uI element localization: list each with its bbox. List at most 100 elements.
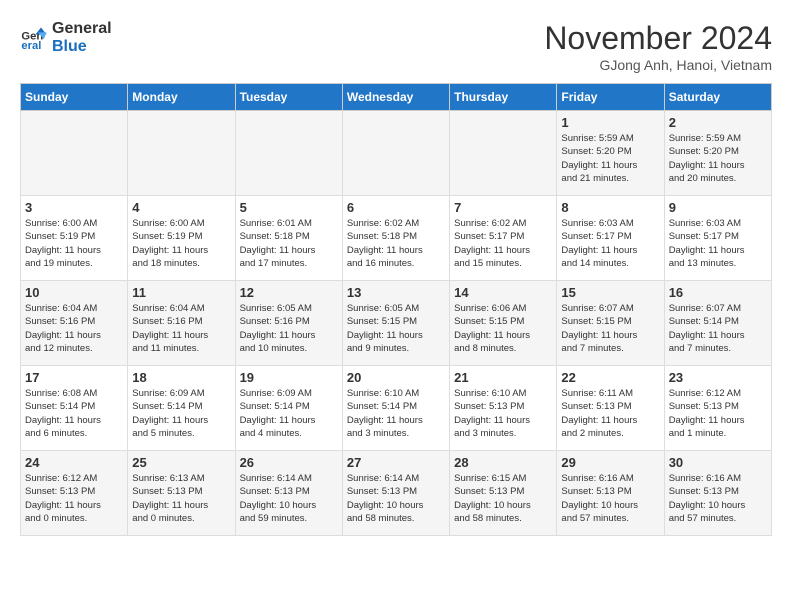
day-cell: 10 Sunrise: 6:04 AM Sunset: 5:16 PM Dayli… — [21, 281, 128, 366]
calendar-header: SundayMondayTuesdayWednesdayThursdayFrid… — [21, 84, 772, 111]
week-row-2: 10 Sunrise: 6:04 AM Sunset: 5:16 PM Dayli… — [21, 281, 772, 366]
day-info: Sunrise: 6:15 AM Sunset: 5:13 PM Dayligh… — [454, 472, 552, 525]
day-info: Sunrise: 6:07 AM Sunset: 5:15 PM Dayligh… — [561, 302, 659, 355]
day-number: 7 — [454, 200, 552, 215]
day-info: Sunrise: 6:00 AM Sunset: 5:19 PM Dayligh… — [132, 217, 230, 270]
day-number: 15 — [561, 285, 659, 300]
day-number: 19 — [240, 370, 338, 385]
day-number: 20 — [347, 370, 445, 385]
location: GJong Anh, Hanoi, Vietnam — [544, 57, 772, 73]
day-number: 13 — [347, 285, 445, 300]
day-number: 25 — [132, 455, 230, 470]
day-info: Sunrise: 6:07 AM Sunset: 5:14 PM Dayligh… — [669, 302, 767, 355]
day-info: Sunrise: 6:13 AM Sunset: 5:13 PM Dayligh… — [132, 472, 230, 525]
day-info: Sunrise: 6:02 AM Sunset: 5:17 PM Dayligh… — [454, 217, 552, 270]
day-info: Sunrise: 6:16 AM Sunset: 5:13 PM Dayligh… — [669, 472, 767, 525]
day-cell — [342, 111, 449, 196]
day-number: 26 — [240, 455, 338, 470]
title-section: November 2024 GJong Anh, Hanoi, Vietnam — [544, 20, 772, 73]
day-info: Sunrise: 6:03 AM Sunset: 5:17 PM Dayligh… — [669, 217, 767, 270]
day-info: Sunrise: 6:02 AM Sunset: 5:18 PM Dayligh… — [347, 217, 445, 270]
svg-text:eral: eral — [21, 40, 41, 52]
day-number: 22 — [561, 370, 659, 385]
day-cell: 9Sunrise: 6:03 AM Sunset: 5:17 PM Daylig… — [664, 196, 771, 281]
day-info: Sunrise: 6:14 AM Sunset: 5:13 PM Dayligh… — [240, 472, 338, 525]
day-cell: 8 Sunrise: 6:03 AM Sunset: 5:17 PM Daylig… — [557, 196, 664, 281]
day-info: Sunrise: 6:03 AM Sunset: 5:17 PM Dayligh… — [561, 217, 659, 270]
day-info: Sunrise: 6:10 AM Sunset: 5:13 PM Dayligh… — [454, 387, 552, 440]
day-cell: 4 Sunrise: 6:00 AM Sunset: 5:19 PM Daylig… — [128, 196, 235, 281]
header-row: SundayMondayTuesdayWednesdayThursdayFrid… — [21, 84, 772, 111]
day-number: 10 — [25, 285, 123, 300]
day-cell — [128, 111, 235, 196]
day-number: 21 — [454, 370, 552, 385]
day-info: Sunrise: 6:04 AM Sunset: 5:16 PM Dayligh… — [25, 302, 123, 355]
day-number: 28 — [454, 455, 552, 470]
day-number: 5 — [240, 200, 338, 215]
day-number: 12 — [240, 285, 338, 300]
calendar-body: 1 Sunrise: 5:59 AM Sunset: 5:20 PM Daylig… — [21, 111, 772, 536]
day-cell: 27 Sunrise: 6:14 AM Sunset: 5:13 PM Dayli… — [342, 451, 449, 536]
week-row-0: 1 Sunrise: 5:59 AM Sunset: 5:20 PM Daylig… — [21, 111, 772, 196]
day-number: 27 — [347, 455, 445, 470]
day-cell: 25 Sunrise: 6:13 AM Sunset: 5:13 PM Dayli… — [128, 451, 235, 536]
day-info: Sunrise: 5:59 AM Sunset: 5:20 PM Dayligh… — [669, 132, 767, 185]
header-cell-wednesday: Wednesday — [342, 84, 449, 111]
day-number: 24 — [25, 455, 123, 470]
day-info: Sunrise: 6:14 AM Sunset: 5:13 PM Dayligh… — [347, 472, 445, 525]
day-cell: 16Sunrise: 6:07 AM Sunset: 5:14 PM Dayli… — [664, 281, 771, 366]
day-cell: 12Sunrise: 6:05 AM Sunset: 5:16 PM Dayli… — [235, 281, 342, 366]
week-row-3: 17 Sunrise: 6:08 AM Sunset: 5:14 PM Dayli… — [21, 366, 772, 451]
day-info: Sunrise: 6:08 AM Sunset: 5:14 PM Dayligh… — [25, 387, 123, 440]
day-info: Sunrise: 6:01 AM Sunset: 5:18 PM Dayligh… — [240, 217, 338, 270]
day-number: 30 — [669, 455, 767, 470]
day-cell: 26 Sunrise: 6:14 AM Sunset: 5:13 PM Dayli… — [235, 451, 342, 536]
day-info: Sunrise: 6:05 AM Sunset: 5:15 PM Dayligh… — [347, 302, 445, 355]
day-cell: 13 Sunrise: 6:05 AM Sunset: 5:15 PM Dayli… — [342, 281, 449, 366]
day-info: Sunrise: 6:06 AM Sunset: 5:15 PM Dayligh… — [454, 302, 552, 355]
day-cell: 21 Sunrise: 6:10 AM Sunset: 5:13 PM Dayli… — [450, 366, 557, 451]
logo-text: General Blue — [52, 20, 112, 55]
day-number: 14 — [454, 285, 552, 300]
calendar-table: SundayMondayTuesdayWednesdayThursdayFrid… — [20, 83, 772, 536]
header-cell-sunday: Sunday — [21, 84, 128, 111]
day-info: Sunrise: 5:59 AM Sunset: 5:20 PM Dayligh… — [561, 132, 659, 185]
header-cell-thursday: Thursday — [450, 84, 557, 111]
header-cell-monday: Monday — [128, 84, 235, 111]
week-row-1: 3 Sunrise: 6:00 AM Sunset: 5:19 PM Daylig… — [21, 196, 772, 281]
day-cell: 23 Sunrise: 6:12 AM Sunset: 5:13 PM Dayli… — [664, 366, 771, 451]
day-number: 4 — [132, 200, 230, 215]
day-number: 23 — [669, 370, 767, 385]
week-row-4: 24 Sunrise: 6:12 AM Sunset: 5:13 PM Dayli… — [21, 451, 772, 536]
day-cell: 15 Sunrise: 6:07 AM Sunset: 5:15 PM Dayli… — [557, 281, 664, 366]
day-info: Sunrise: 6:00 AM Sunset: 5:19 PM Dayligh… — [25, 217, 123, 270]
day-cell: 22 Sunrise: 6:11 AM Sunset: 5:13 PM Dayli… — [557, 366, 664, 451]
day-cell: 5 Sunrise: 6:01 AM Sunset: 5:18 PM Daylig… — [235, 196, 342, 281]
day-cell — [450, 111, 557, 196]
day-info: Sunrise: 6:11 AM Sunset: 5:13 PM Dayligh… — [561, 387, 659, 440]
day-cell: 7 Sunrise: 6:02 AM Sunset: 5:17 PM Daylig… — [450, 196, 557, 281]
day-number: 8 — [561, 200, 659, 215]
day-info: Sunrise: 6:09 AM Sunset: 5:14 PM Dayligh… — [240, 387, 338, 440]
day-number: 2 — [669, 115, 767, 130]
day-number: 18 — [132, 370, 230, 385]
day-cell: 30 Sunrise: 6:16 AM Sunset: 5:13 PM Dayli… — [664, 451, 771, 536]
month-title: November 2024 — [544, 20, 772, 57]
day-number: 3 — [25, 200, 123, 215]
day-cell: 24 Sunrise: 6:12 AM Sunset: 5:13 PM Dayli… — [21, 451, 128, 536]
day-cell: 2 Sunrise: 5:59 AM Sunset: 5:20 PM Daylig… — [664, 111, 771, 196]
header-cell-friday: Friday — [557, 84, 664, 111]
header-cell-saturday: Saturday — [664, 84, 771, 111]
day-cell: 20Sunrise: 6:10 AM Sunset: 5:14 PM Dayli… — [342, 366, 449, 451]
day-cell: 17 Sunrise: 6:08 AM Sunset: 5:14 PM Dayli… — [21, 366, 128, 451]
day-cell: 6Sunrise: 6:02 AM Sunset: 5:18 PM Daylig… — [342, 196, 449, 281]
day-cell: 28 Sunrise: 6:15 AM Sunset: 5:13 PM Dayli… — [450, 451, 557, 536]
day-number: 17 — [25, 370, 123, 385]
day-info: Sunrise: 6:12 AM Sunset: 5:13 PM Dayligh… — [669, 387, 767, 440]
day-cell: 11Sunrise: 6:04 AM Sunset: 5:16 PM Dayli… — [128, 281, 235, 366]
logo: Gen eral General Blue — [20, 20, 112, 55]
day-number: 1 — [561, 115, 659, 130]
day-info: Sunrise: 6:12 AM Sunset: 5:13 PM Dayligh… — [25, 472, 123, 525]
day-info: Sunrise: 6:04 AM Sunset: 5:16 PM Dayligh… — [132, 302, 230, 355]
day-cell: 19 Sunrise: 6:09 AM Sunset: 5:14 PM Dayli… — [235, 366, 342, 451]
